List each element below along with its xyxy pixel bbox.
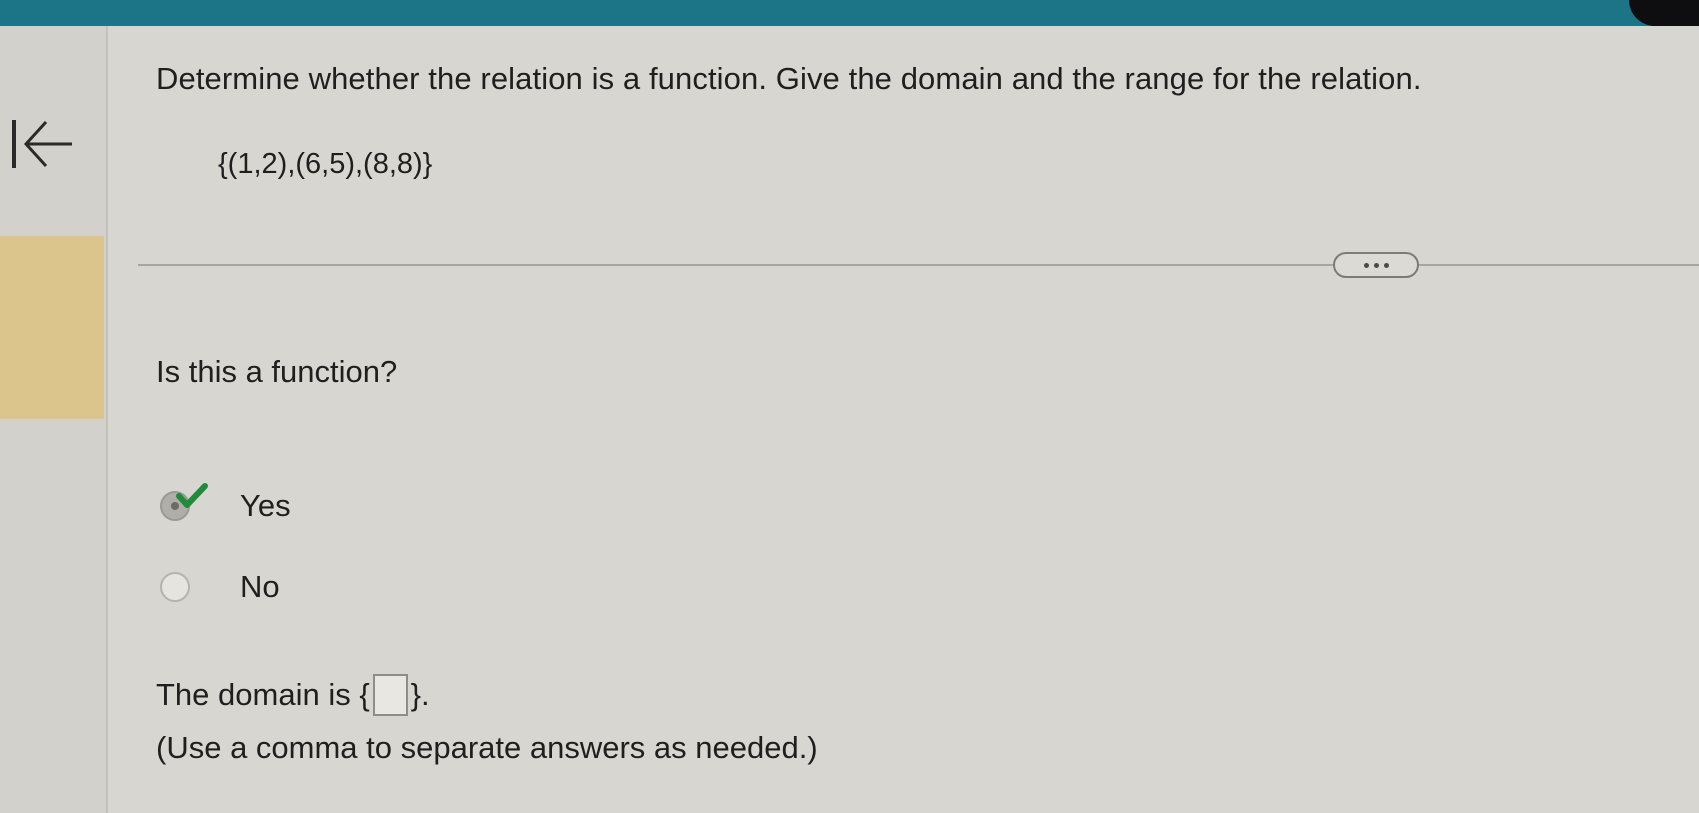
question-panel: Determine whether the relation is a func… <box>108 26 1699 813</box>
answer-hint: (Use a comma to separate answers as need… <box>156 730 818 765</box>
back-button[interactable] <box>6 116 78 172</box>
option-no-label: No <box>240 569 280 604</box>
domain-prefix: The domain is { <box>156 677 370 712</box>
relation-set: {(1,2),(6,5),(8,8)} <box>218 148 433 180</box>
top-bar-corner <box>1629 0 1699 26</box>
domain-suffix: }. <box>410 677 430 712</box>
radio-no[interactable] <box>160 572 190 602</box>
option-no[interactable]: No <box>160 567 280 607</box>
back-arrow-icon <box>12 120 72 168</box>
left-rail <box>0 26 108 813</box>
current-question-marker <box>0 236 104 419</box>
option-yes-label: Yes <box>240 488 291 523</box>
ellipsis-icon <box>1383 262 1389 268</box>
domain-answer-line: The domain is { }. <box>156 674 430 716</box>
option-yes[interactable]: Yes <box>160 483 291 526</box>
checkmark-icon <box>176 483 208 508</box>
ellipsis-icon <box>1363 262 1369 268</box>
ellipsis-icon <box>1373 262 1379 268</box>
radio-yes[interactable] <box>160 483 208 521</box>
section-divider <box>138 264 1699 266</box>
more-options-button[interactable] <box>1333 252 1419 278</box>
domain-answer-input[interactable] <box>372 674 408 716</box>
function-prompt: Is this a function? <box>156 354 398 389</box>
top-bar <box>0 0 1699 26</box>
question-instruction: Determine whether the relation is a func… <box>156 61 1422 96</box>
